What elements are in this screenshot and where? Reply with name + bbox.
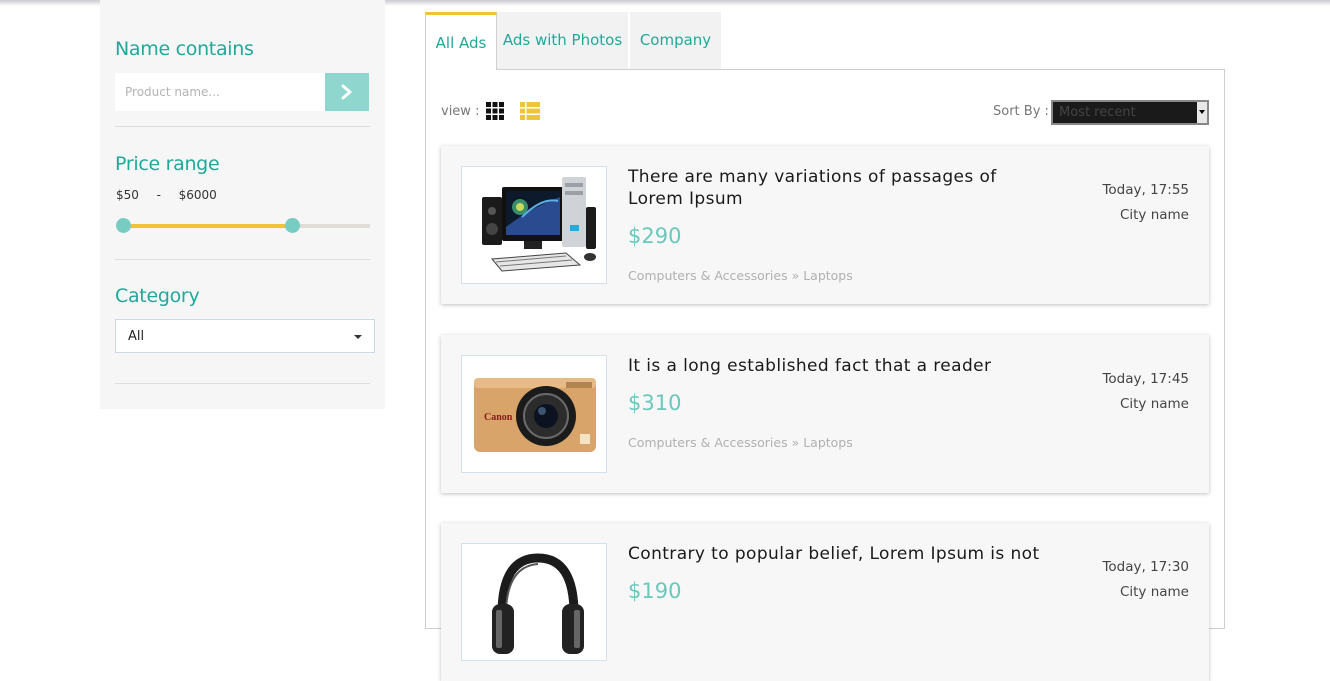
list-view-icon[interactable]: [520, 102, 540, 120]
price-slider-max-handle[interactable]: [285, 218, 300, 233]
divider: [115, 126, 370, 127]
sort-by-label: Sort By :: [993, 104, 1049, 119]
product-name-input[interactable]: [115, 73, 325, 111]
caret-down-icon: [354, 335, 362, 339]
price-min: $50: [116, 188, 139, 202]
ad-price: $190: [628, 579, 682, 603]
chevron-right-icon: [341, 84, 352, 100]
ad-listing[interactable]: There are many variations of passages of…: [441, 146, 1209, 304]
camera-icon: Canon: [474, 378, 596, 452]
divider: [115, 383, 370, 384]
svg-text:Canon: Canon: [484, 412, 513, 423]
ad-category[interactable]: Computers & Accessories » Laptops: [628, 268, 853, 283]
ad-listing[interactable]: Contrary to popular belief, Lorem Ipsum …: [441, 523, 1209, 681]
ad-thumbnail[interactable]: [461, 166, 607, 284]
tab-all-ads[interactable]: All Ads: [425, 12, 497, 70]
price-separator: -: [156, 188, 161, 202]
price-filter-title: Price range: [115, 153, 220, 175]
ad-time: Today, 17:30: [1102, 559, 1189, 575]
ad-city: City name: [1119, 207, 1189, 223]
price-slider-min-handle[interactable]: [116, 218, 131, 233]
ad-city: City name: [1119, 396, 1189, 412]
ad-category[interactable]: Computers & Accessories » Laptops: [628, 435, 853, 450]
category-selected-value: All: [128, 329, 145, 344]
ad-time: Today, 17:55: [1102, 182, 1189, 198]
ad-thumbnail[interactable]: Canon: [461, 355, 607, 473]
ad-time: Today, 17:45: [1102, 371, 1189, 387]
ad-title[interactable]: It is a long established fact that a rea…: [628, 355, 1048, 377]
ad-price: $310: [628, 391, 682, 415]
sort-selected-value: Most recent: [1059, 105, 1136, 120]
ad-title[interactable]: Contrary to popular belief, Lorem Ipsum …: [628, 543, 1048, 565]
name-filter-title: Name contains: [115, 38, 254, 60]
search-button[interactable]: [325, 73, 369, 111]
divider: [115, 259, 370, 260]
ad-title[interactable]: There are many variations of passages of…: [628, 166, 1048, 210]
price-max: $6000: [178, 188, 217, 202]
filter-sidebar: Name contains Price range $50 - $6000 Ca…: [100, 0, 385, 409]
headphones-icon: [492, 553, 584, 654]
ad-listing[interactable]: Canon It is a long established fact that…: [441, 335, 1209, 493]
category-select[interactable]: All: [115, 319, 375, 353]
tab-ads-with-photos[interactable]: Ads with Photos: [497, 12, 628, 70]
dropdown-arrow-icon: [1197, 102, 1207, 123]
desktop-computer-icon: [482, 177, 596, 272]
grid-view-icon[interactable]: [486, 102, 504, 120]
tab-company[interactable]: Company: [630, 12, 721, 70]
price-range-text: $50 - $6000: [116, 188, 217, 202]
category-filter-title: Category: [115, 285, 200, 307]
sort-select[interactable]: Most recent: [1051, 100, 1209, 125]
view-label: view :: [441, 104, 480, 119]
ad-thumbnail[interactable]: [461, 543, 607, 661]
ad-city: City name: [1119, 584, 1189, 600]
price-slider-range: [123, 224, 292, 228]
ad-price: $290: [628, 224, 682, 248]
